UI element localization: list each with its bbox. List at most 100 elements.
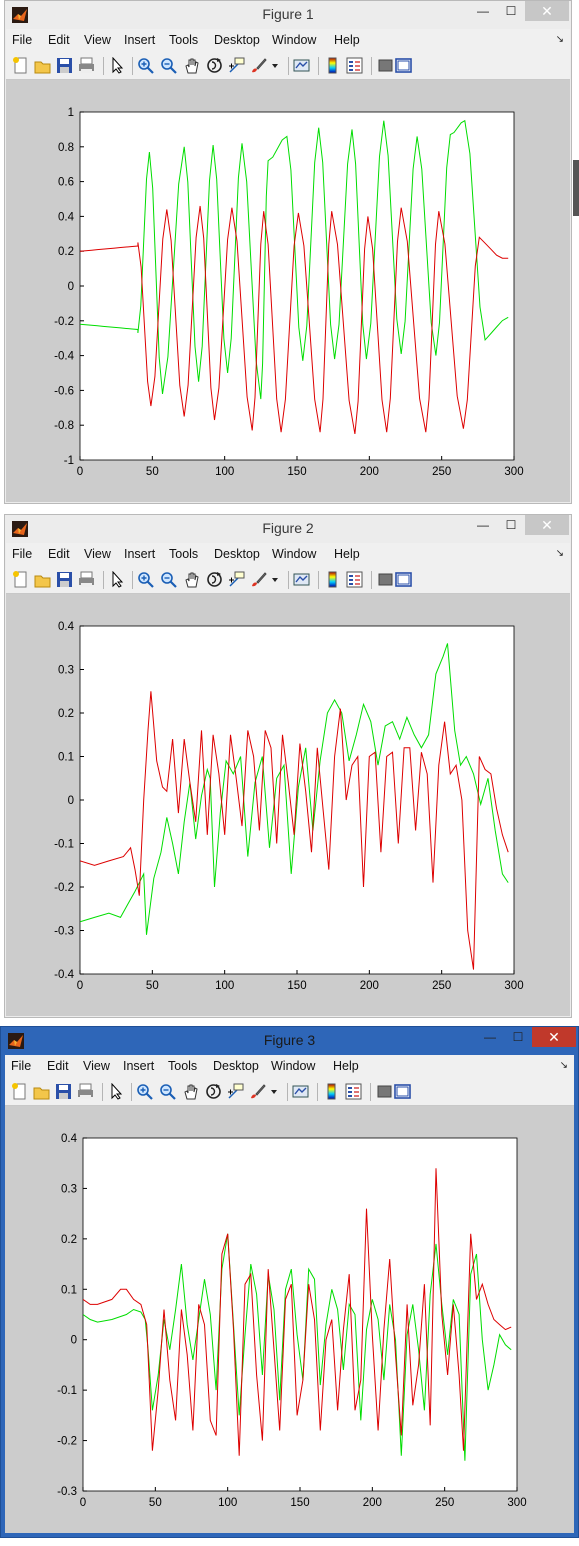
menu-tools[interactable]: Tools: [168, 1059, 197, 1073]
maximize-button[interactable]: ☐: [504, 1027, 532, 1047]
brush-icon[interactable]: [250, 571, 267, 588]
brush-icon[interactable]: [250, 57, 267, 74]
menu-desktop[interactable]: Desktop: [213, 1059, 259, 1073]
dock-arrow-icon[interactable]: ↘: [556, 34, 564, 45]
menu-bar: File Edit View Insert Tools Desktop Window Help…: [5, 1055, 574, 1079]
title-bar[interactable]: Figure 2— ☐ ✕: [5, 515, 571, 543]
title-bar[interactable]: Figure 3— ☐ ✕: [1, 1027, 578, 1055]
data-cursor-icon[interactable]: [228, 57, 245, 74]
figure-1-window[interactable]: Figure 1— ☐ ✕ File Edit View Insert Tools Deskto…: [4, 0, 572, 504]
print-icon[interactable]: [78, 571, 95, 588]
menu-help[interactable]: Help: [334, 33, 360, 47]
colorbar-icon[interactable]: [323, 1083, 340, 1100]
menu-window[interactable]: Window: [272, 547, 316, 561]
dock-arrow-icon[interactable]: ↘: [560, 1060, 568, 1071]
figure-canvas[interactable]: 0 50 100 150 200 250 300 -0.4 -0.3 -0.2 -0.1 0 0.1 0.…: [6, 594, 570, 1016]
menu-tools[interactable]: Tools: [169, 547, 198, 561]
link-plot-icon[interactable]: [292, 1083, 309, 1100]
menu-file[interactable]: File: [12, 33, 32, 47]
maximize-button[interactable]: ☐: [497, 1, 525, 21]
legend-icon[interactable]: [346, 571, 363, 588]
new-figure-icon[interactable]: [12, 57, 29, 74]
rotate-3d-icon[interactable]: [205, 1083, 222, 1100]
zoom-out-icon[interactable]: [159, 1083, 176, 1100]
minimize-button[interactable]: —: [469, 1, 497, 21]
save-icon[interactable]: [56, 571, 73, 588]
close-button[interactable]: ✕: [532, 1027, 576, 1047]
minimize-button[interactable]: —: [476, 1027, 504, 1047]
edit-plot-arrow-icon[interactable]: [109, 570, 126, 588]
menu-view[interactable]: View: [84, 33, 111, 47]
menu-insert[interactable]: Insert: [124, 33, 155, 47]
hide-plot-tools-icon[interactable]: [377, 57, 394, 74]
menu-file[interactable]: File: [11, 1059, 31, 1073]
figure-3-window[interactable]: Figure 3— ☐ ✕ File Edit View Insert Tools Deskto…: [0, 1026, 579, 1538]
link-plot-icon[interactable]: [293, 57, 310, 74]
menu-view[interactable]: View: [83, 1059, 110, 1073]
show-plot-tools-icon[interactable]: [394, 1083, 411, 1100]
open-file-icon[interactable]: [33, 1083, 50, 1100]
link-plot-icon[interactable]: [293, 571, 310, 588]
new-figure-icon[interactable]: [12, 571, 29, 588]
edit-plot-arrow-icon[interactable]: [108, 1082, 125, 1100]
new-figure-icon[interactable]: [11, 1083, 28, 1100]
open-file-icon[interactable]: [34, 57, 51, 74]
brush-dropdown-icon[interactable]: [270, 571, 280, 588]
menu-edit[interactable]: Edit: [47, 1059, 69, 1073]
pan-hand-icon[interactable]: [183, 571, 200, 588]
dock-arrow-icon[interactable]: ↘: [556, 548, 564, 559]
close-button[interactable]: ✕: [525, 515, 569, 535]
menu-tools[interactable]: Tools: [169, 33, 198, 47]
maximize-button[interactable]: ☐: [497, 515, 525, 535]
zoom-out-icon[interactable]: [160, 571, 177, 588]
menu-edit[interactable]: Edit: [48, 33, 70, 47]
colorbar-icon[interactable]: [324, 57, 341, 74]
minimize-button[interactable]: —: [469, 515, 497, 535]
rotate-3d-icon[interactable]: [206, 57, 223, 74]
menu-window[interactable]: Window: [271, 1059, 315, 1073]
zoom-out-icon[interactable]: [160, 57, 177, 74]
menu-window[interactable]: Window: [272, 33, 316, 47]
line-plot[interactable]: 0 50 100 150 200 250 300 -0.4 -0.3 -0.2 -0.1 0 0.1 0.…: [6, 594, 570, 1018]
legend-icon[interactable]: [346, 57, 363, 74]
hide-plot-tools-icon[interactable]: [376, 1083, 393, 1100]
title-bar[interactable]: Figure 1— ☐ ✕: [5, 1, 571, 29]
hide-plot-tools-icon[interactable]: [377, 571, 394, 588]
menu-view[interactable]: View: [84, 547, 111, 561]
menu-desktop[interactable]: Desktop: [214, 547, 260, 561]
menu-file[interactable]: File: [12, 547, 32, 561]
menu-help[interactable]: Help: [333, 1059, 359, 1073]
print-icon[interactable]: [78, 57, 95, 74]
pan-hand-icon[interactable]: [182, 1083, 199, 1100]
show-plot-tools-icon[interactable]: [395, 571, 412, 588]
legend-icon[interactable]: [345, 1083, 362, 1100]
edit-plot-arrow-icon[interactable]: [109, 56, 126, 74]
menu-desktop[interactable]: Desktop: [214, 33, 260, 47]
save-icon[interactable]: [55, 1083, 72, 1100]
zoom-in-icon[interactable]: [136, 1083, 153, 1100]
menu-edit[interactable]: Edit: [48, 547, 70, 561]
save-icon[interactable]: [56, 57, 73, 74]
line-plot[interactable]: 0 50 100 150 200 250 300 -1 -0.8 -0.6 -0.4 -0.2 0 0.2…: [6, 80, 570, 504]
show-plot-tools-icon[interactable]: [395, 57, 412, 74]
menu-insert[interactable]: Insert: [124, 547, 155, 561]
colorbar-icon[interactable]: [324, 571, 341, 588]
open-file-icon[interactable]: [34, 571, 51, 588]
data-cursor-icon[interactable]: [227, 1083, 244, 1100]
menu-help[interactable]: Help: [334, 547, 360, 561]
data-cursor-icon[interactable]: [228, 571, 245, 588]
rotate-3d-icon[interactable]: [206, 571, 223, 588]
brush-dropdown-icon[interactable]: [269, 1083, 279, 1100]
brush-dropdown-icon[interactable]: [270, 57, 280, 74]
brush-icon[interactable]: [249, 1083, 266, 1100]
figure-2-window[interactable]: Figure 2— ☐ ✕ File Edit View Insert Tools Deskto…: [4, 514, 572, 1018]
zoom-in-icon[interactable]: [137, 57, 154, 74]
zoom-in-icon[interactable]: [137, 571, 154, 588]
print-icon[interactable]: [77, 1083, 94, 1100]
figure-canvas[interactable]: 0 50 100 150 200 250 300 -1 -0.8 -0.6 -0.4 -0.2 0 0.2…: [6, 80, 570, 502]
menu-insert[interactable]: Insert: [123, 1059, 154, 1073]
close-button[interactable]: ✕: [525, 1, 569, 21]
pan-hand-icon[interactable]: [183, 57, 200, 74]
line-plot[interactable]: 0 50 100 150 200 250 300 -0.3 -0.2 -0.1 0 0.1 0.2 0.3…: [5, 1106, 574, 1535]
figure-canvas[interactable]: 0 50 100 150 200 250 300 -0.3 -0.2 -0.1 0 0.1 0.2 0.3…: [5, 1106, 574, 1533]
